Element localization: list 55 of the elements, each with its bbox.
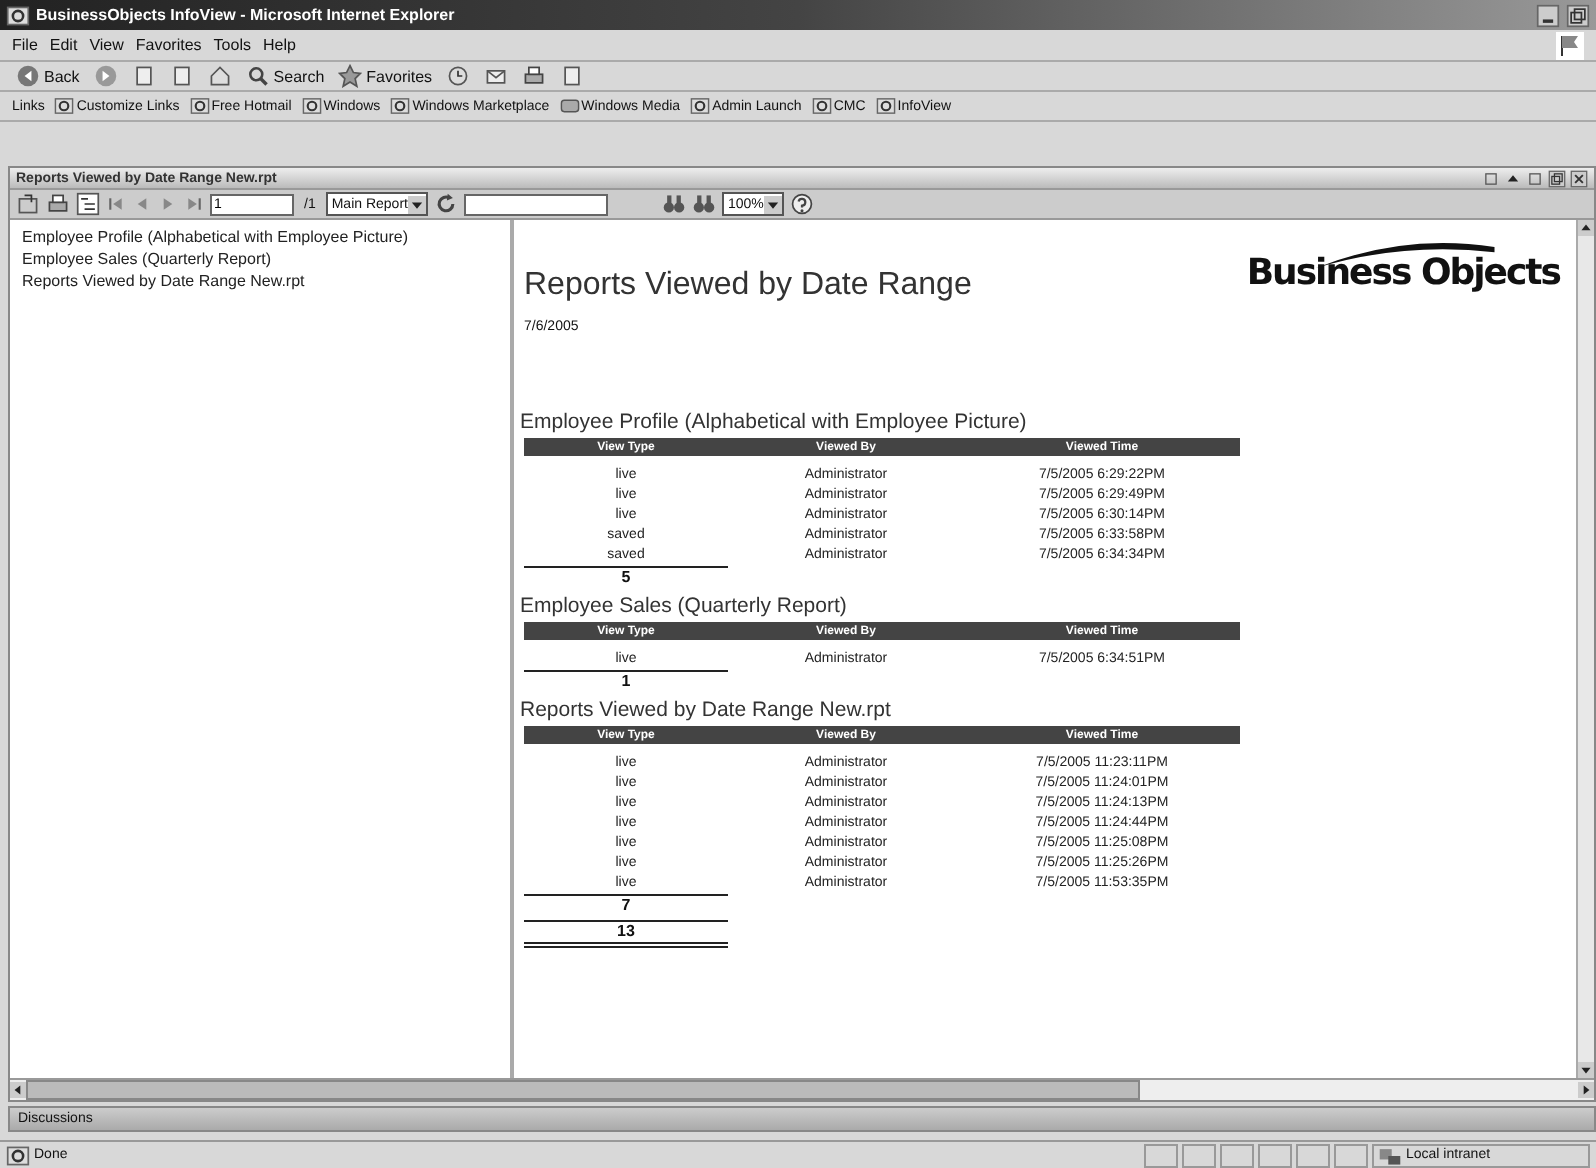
search-field[interactable] — [463, 193, 608, 215]
last-page-icon[interactable] — [184, 194, 204, 214]
group-tree-icon[interactable] — [76, 192, 100, 216]
menu-item[interactable]: Tools — [213, 36, 251, 54]
back-button[interactable]: Back — [12, 64, 84, 88]
section-title: Employee Profile (Alphabetical with Employee Picture) — [520, 410, 1029, 434]
envelope-icon — [484, 64, 509, 88]
square-icon[interactable] — [1526, 169, 1544, 187]
section-title: Reports Viewed by Date Range New.rpt — [520, 698, 893, 722]
print-icon[interactable] — [46, 192, 70, 216]
page-icon — [131, 64, 156, 88]
section-title: Employee Sales (Quarterly Report) — [520, 594, 849, 618]
restore-icon[interactable] — [1566, 3, 1590, 27]
vertical-scrollbar[interactable] — [1576, 220, 1594, 1078]
refresh-icon[interactable] — [433, 192, 458, 216]
logo: Business Objects — [1246, 240, 1560, 294]
menu-item[interactable]: View — [89, 36, 124, 54]
subtotal: 1 — [524, 670, 728, 692]
scroll-down-icon[interactable] — [1578, 1062, 1594, 1078]
scroll-up-icon[interactable] — [1578, 220, 1594, 236]
maximize-icon[interactable] — [1482, 169, 1500, 187]
tree-item[interactable]: Employee Profile (Alphabetical with Employee Picture) — [22, 228, 498, 246]
search-button[interactable]: Search — [241, 64, 329, 88]
menu-item[interactable]: Edit — [49, 36, 78, 54]
find-icon[interactable] — [691, 192, 716, 216]
scroll-right-icon[interactable] — [1578, 1082, 1594, 1098]
first-page-icon[interactable] — [106, 194, 126, 214]
window-title: BusinessObjects InfoView - Microsoft Internet Explorer — [36, 6, 455, 24]
find-icon[interactable] — [661, 192, 686, 216]
dropdown-arrow-icon — [763, 195, 782, 213]
export-icon[interactable] — [16, 192, 40, 216]
help-icon[interactable] — [789, 192, 814, 216]
browser-icon — [6, 3, 30, 27]
favorites-button[interactable]: Favorites — [334, 64, 437, 88]
grand-total: 13 — [524, 920, 728, 948]
menu-item[interactable]: Favorites — [135, 36, 202, 54]
subtotal: 5 — [524, 566, 728, 588]
menu-item[interactable]: File — [12, 36, 38, 54]
close-icon[interactable] — [1570, 169, 1588, 187]
tree-item[interactable]: Employee Sales (Quarterly Report) — [22, 250, 498, 268]
search-icon — [245, 64, 270, 88]
page-icon — [6, 1143, 30, 1167]
minimize-icon[interactable] — [1536, 3, 1560, 27]
horizontal-scrollbar[interactable] — [10, 1078, 1594, 1100]
scroll-thumb[interactable] — [26, 1080, 1140, 1100]
star-icon — [338, 64, 363, 88]
restore-icon[interactable] — [1548, 169, 1566, 187]
menu-item[interactable]: Help — [262, 36, 296, 54]
report-title: Reports Viewed by Date Range — [524, 268, 972, 304]
dropdown-arrow-icon — [407, 195, 426, 213]
page-icon — [560, 64, 585, 88]
tree-item[interactable]: Reports Viewed by Date Range New.rpt — [22, 272, 498, 290]
scroll-left-icon[interactable] — [10, 1082, 26, 1098]
subtotal: 7 — [524, 894, 728, 916]
page-icon — [169, 64, 194, 88]
